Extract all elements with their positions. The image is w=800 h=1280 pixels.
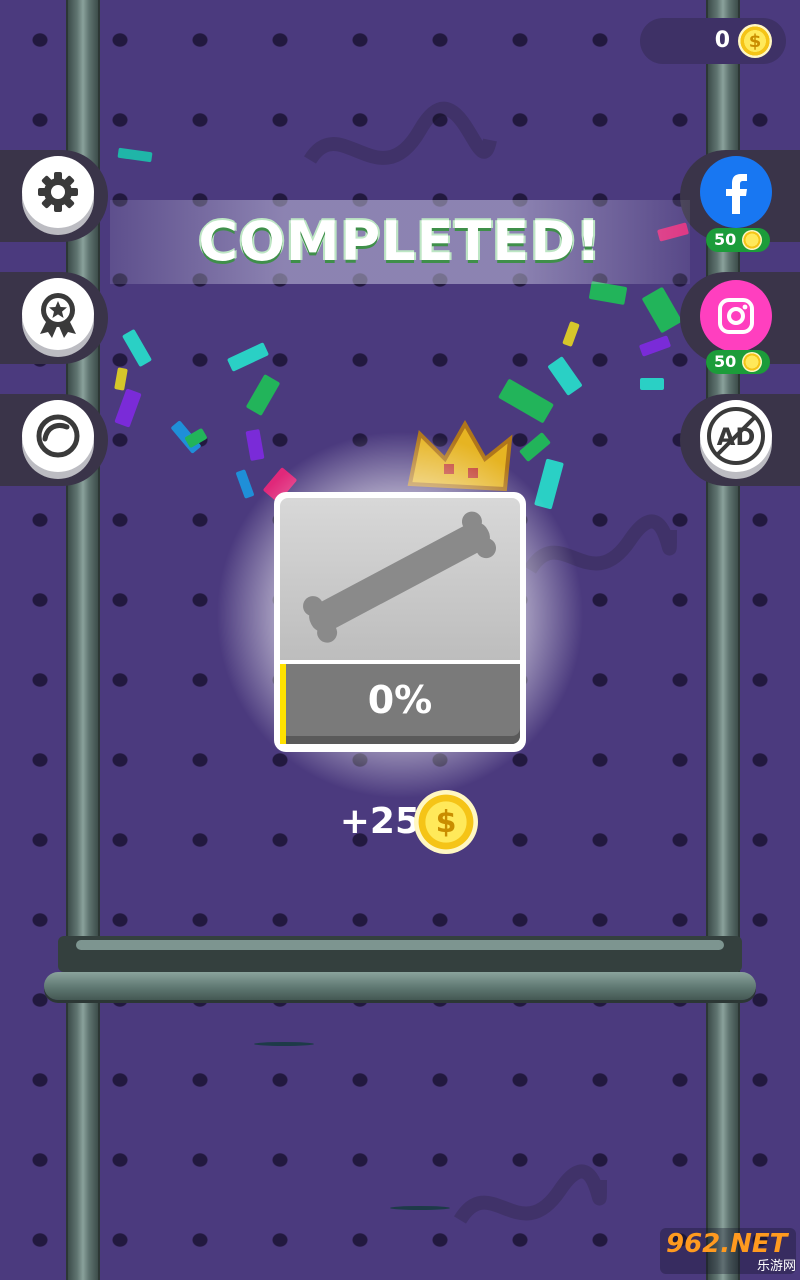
instagram-button[interactable] — [700, 280, 772, 352]
facebook-icon — [726, 174, 747, 214]
facebook-button[interactable] — [700, 156, 772, 228]
completed-title: COMPLETED! — [198, 210, 602, 273]
award-badge-icon — [40, 293, 76, 338]
coin-count: 0 — [714, 28, 730, 53]
coin-icon: $ — [414, 790, 478, 854]
stick-icon — [303, 511, 497, 643]
coin-icon — [742, 352, 762, 372]
achievements-button[interactable] — [0, 272, 108, 364]
skins-button-face — [22, 400, 94, 472]
crossbar — [44, 972, 756, 1000]
coin-reward-amount: +25 — [339, 801, 420, 842]
settings-button-face — [22, 156, 94, 228]
achievements-button-face — [22, 278, 94, 350]
slash-mark — [390, 1206, 450, 1210]
scribble-decoration — [454, 1164, 607, 1224]
skins-button[interactable] — [0, 394, 108, 486]
coin-icon: $ — [738, 24, 772, 58]
instagram-icon — [718, 298, 754, 334]
coin-icon — [742, 230, 762, 250]
crossbar-top — [76, 940, 724, 950]
no-ads-button[interactable]: AD — [700, 400, 772, 472]
watermark-sub: 乐游网 — [756, 1259, 796, 1274]
settings-button[interactable] — [0, 150, 108, 242]
ball-icon — [36, 414, 80, 458]
slash-mark — [254, 1042, 314, 1046]
gear-icon — [38, 172, 78, 212]
instagram-reward-amount: 50 — [714, 352, 737, 371]
unlock-progress-text: 0% — [367, 678, 433, 722]
facebook-reward-amount: 50 — [714, 230, 737, 249]
no-ads-icon: AD — [707, 407, 765, 465]
no-ads-label: AD — [717, 423, 756, 451]
watermark-brand: 962.NET — [666, 1229, 788, 1259]
unlock-item-preview — [280, 498, 520, 660]
